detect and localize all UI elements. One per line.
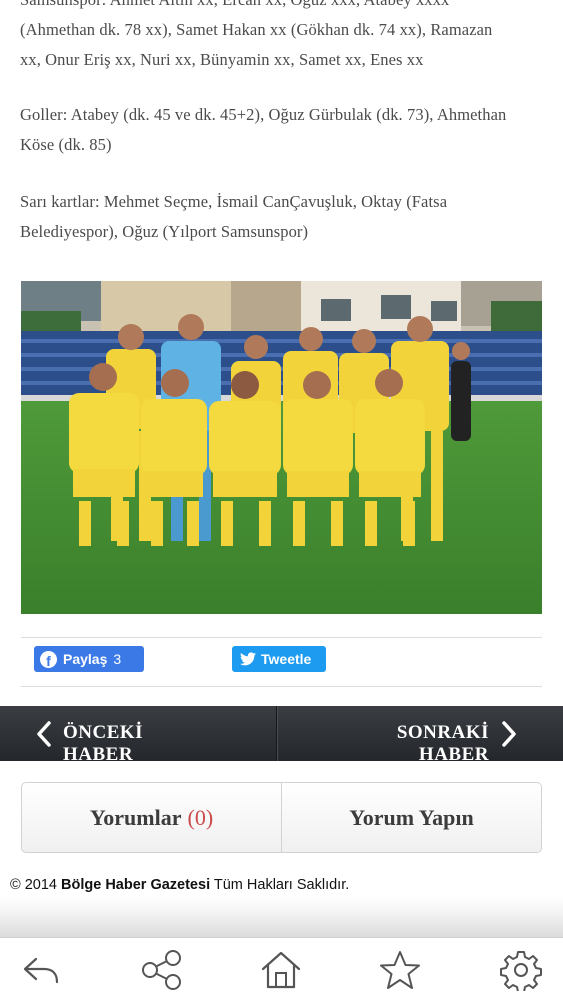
cards-paragraph: Sarı kartlar: Mehmet Seçme, İsmail CanÇa… [20,187,542,247]
goals-line: Köse (dk. 85) [20,135,112,154]
home-button[interactable] [259,948,303,992]
footer-fade [0,897,563,937]
write-comment-button[interactable]: Yorum Yapın [281,783,541,852]
facebook-share-label: Paylaş [63,651,108,667]
facebook-share-count: 3 [113,651,122,667]
facebook-share-button[interactable]: f Paylaş 3 [34,646,144,672]
tweet-button[interactable]: Tweetle [232,646,326,672]
back-arrow-icon [23,957,59,984]
comments-label: Yorumlar [89,804,182,830]
previous-label-line1: ÖNCEKİ [63,722,144,743]
goals-paragraph: Goller: Atabey (dk. 45 ve dk. 45+2), Oğu… [20,100,542,160]
star-icon [380,951,420,989]
divider [21,686,542,687]
settings-button[interactable] [499,948,543,992]
lineup-paragraph: Samsunspor: Ahmet Altın xx, Ercan xx, Oğ… [20,0,542,75]
twitter-bird-icon [240,652,256,666]
facebook-icon: f [40,650,57,668]
next-label-line2: HABER [418,744,489,761]
previous-article-button[interactable]: ÖNCEKİ HABER [0,706,276,761]
cards-line: Sarı kartlar: Mehmet Seçme, İsmail CanÇa… [20,192,448,211]
write-comment-label: Yorum Yapın [349,804,474,830]
share-toolbar-button[interactable] [140,948,184,992]
comments-count: (0) [187,804,214,830]
cards-line: Belediyespor), Oğuz (Yılport Samsunspor) [20,222,309,241]
bookmark-button[interactable] [378,948,422,992]
home-icon [261,951,301,989]
gear-icon [500,951,542,991]
tweet-label: Tweetle [261,651,312,667]
next-label-line1: SONRAKİ [396,722,489,743]
copyright-notice: © 2014 Bölge Haber Gazetesi Tüm Hakları … [10,877,349,893]
previous-label-line2: HABER [63,744,134,761]
goals-line: Goller: Atabey (dk. 45 ve dk. 45+2), Oğu… [20,105,507,124]
bottom-toolbar [0,937,563,1000]
copyright-prefix: © 2014 [10,877,57,893]
copyright-rights: Tüm Hakları Saklıdır. [213,877,350,893]
next-article-button[interactable]: SONRAKİ HABER [277,706,563,761]
back-button[interactable] [19,948,63,992]
divider [21,637,542,638]
lineup-line: (Ahmethan dk. 78 xx), Samet Hakan xx (Gö… [20,20,493,39]
team-photo [21,281,542,614]
lineup-line: Samsunspor: Ahmet Altın xx, Ercan xx, Oğ… [20,0,542,15]
comments-button[interactable]: Yorumlar (0) [22,783,281,852]
share-icon [142,950,181,990]
chevron-left-icon [37,721,51,747]
chevron-right-icon [502,721,516,747]
article-pager: ÖNCEKİ HABER SONRAKİ HABER [0,706,563,761]
lineup-line: xx, Onur Eriş xx, Nuri xx, Bünyamin xx, … [20,50,424,69]
comments-bar: Yorumlar (0) Yorum Yapın [21,782,542,853]
copyright-brand: Bölge Haber Gazetesi [61,877,211,893]
